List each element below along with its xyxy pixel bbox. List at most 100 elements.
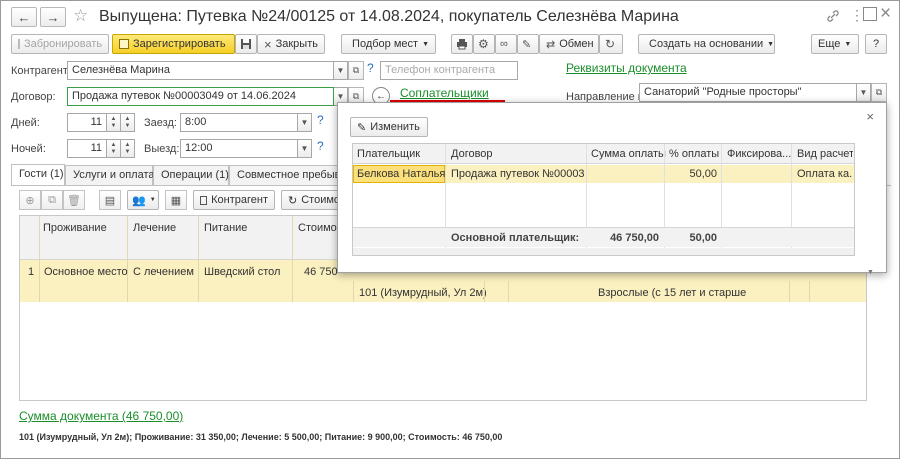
requisites-link[interactable]: Реквизиты документа (566, 61, 687, 75)
more-label: Еще (818, 38, 841, 50)
exchange-label: Обмен (559, 38, 594, 50)
popup-edit-button[interactable]: ✎ Изменить (350, 117, 428, 137)
col-divider (39, 216, 40, 302)
chevron-down-icon: ▼ (336, 66, 345, 75)
places-select-button[interactable]: Подбор мест ▼ (341, 34, 436, 54)
exchange-icon: ⇄ (546, 38, 556, 51)
col-payer: Плательщик (357, 148, 421, 160)
nights-label: Ночей: (11, 143, 46, 155)
tab-joint-stay[interactable]: Совместное пребывание (229, 165, 339, 185)
chevron-down-icon: ▼ (859, 88, 868, 97)
floppy-icon (241, 39, 251, 49)
printer-icon (457, 39, 467, 50)
more-icon[interactable]: ⋮ (850, 7, 864, 24)
col-fixed: Фиксирова... (727, 148, 792, 160)
close-x-icon: × (264, 36, 272, 52)
open-icon: ⧉ (352, 91, 360, 101)
checkout-help-icon[interactable]: ? (317, 139, 324, 153)
register-button[interactable]: Зарегистрировать (112, 34, 235, 54)
col-divider (484, 281, 485, 302)
days-field[interactable]: 11 (67, 113, 107, 132)
direction-dropdown[interactable]: ▼ (857, 83, 871, 102)
col-divider (508, 281, 509, 302)
document-window: ← → ☆ Выпущена: Путевка №24/00125 от 14.… (0, 0, 900, 459)
checkin-help-icon[interactable]: ? (317, 113, 324, 127)
checkout-field[interactable]: 12:00 (180, 139, 298, 158)
phone-field[interactable]: Телефон контрагента (380, 61, 518, 80)
reserve-label: Забронировать (24, 38, 103, 50)
horizontal-scrollbar[interactable] (353, 248, 854, 255)
settings-button[interactable]: ⚙ (473, 34, 495, 54)
refresh-icon: ↻ (288, 194, 298, 207)
cost-button[interactable]: ↻ Стоимость (281, 190, 341, 210)
add-row-button[interactable]: ⊕ (19, 190, 41, 210)
col-stay: Проживание (43, 222, 107, 234)
counterparty-button[interactable]: Контрагент (193, 190, 275, 210)
tab-services[interactable]: Услуги и оплата (65, 165, 155, 185)
checkin-dropdown[interactable]: ▼ (298, 113, 312, 132)
close-button[interactable]: × Закрыть (257, 34, 325, 54)
col-divider (353, 281, 354, 302)
days-label: Дней: (11, 117, 40, 129)
print-button[interactable] (451, 34, 473, 54)
row-percent: 50,00 (689, 168, 717, 180)
help-label: ? (872, 38, 880, 50)
register-label: Зарегистрировать (133, 38, 226, 50)
link-icon[interactable] (826, 9, 840, 26)
direction-open-button[interactable]: ⧉ (871, 83, 887, 102)
chevron-down-icon: ▼ (336, 92, 345, 101)
forward-button[interactable]: → (40, 7, 66, 27)
card-button[interactable]: ▤ (99, 190, 121, 210)
edit-button[interactable]: ✎ (517, 34, 539, 54)
group-button[interactable]: ▦ (165, 190, 187, 210)
row-food: Шведский стол (204, 266, 281, 278)
checkin-label: Заезд: (144, 117, 177, 129)
row-age: Взрослые (с 15 лет и старше (598, 287, 747, 299)
delete-row-button[interactable]: 🗑 (63, 190, 85, 210)
checkin-field[interactable]: 8:00 (180, 113, 298, 132)
counterparty-button-label: Контрагент (211, 194, 268, 206)
more-button[interactable]: Еще ▼ (811, 34, 859, 54)
counterparty-label: Контрагент: (11, 65, 71, 77)
checkout-dropdown[interactable]: ▼ (298, 139, 312, 158)
contract-field[interactable]: Продажа путевок №00003049 от 14.06.2024 (67, 87, 334, 106)
counterparty-field[interactable]: Селезнёва Марина (67, 61, 334, 80)
reserve-button[interactable]: Забронировать (11, 34, 109, 54)
chevron-down-icon: ▼ (110, 122, 117, 129)
back-button[interactable]: ← (11, 7, 37, 27)
help-button[interactable]: ? (865, 34, 887, 54)
create-based-label: Создать на основании (649, 38, 764, 50)
create-based-button[interactable]: Создать на основании ▼ (638, 34, 775, 54)
save-button[interactable] (235, 34, 257, 54)
row-treatment: С лечением (133, 266, 194, 278)
nights-spinner[interactable]: ▲ ▼ (107, 139, 121, 158)
counterparty-dropdown[interactable]: ▼ (334, 61, 348, 80)
direction-field[interactable]: Санаторий "Родные просторы" (639, 83, 857, 102)
link-button[interactable]: ∞ (495, 34, 517, 54)
exchange-button[interactable]: ⇄ Обмен (539, 34, 599, 54)
counterparty-open-button[interactable]: ⧉ (348, 61, 364, 80)
open-icon: ⧉ (352, 65, 360, 75)
plus-icon: ⊕ (25, 194, 35, 207)
chain-link-icon: ∞ (500, 38, 508, 50)
close-icon[interactable]: × (880, 3, 891, 25)
days-spinner[interactable]: ▲ ▼ (107, 113, 121, 132)
scroll-down-icon[interactable]: ▼ (867, 269, 874, 276)
chevron-up-icon: ▲ (124, 115, 131, 122)
tab-operations[interactable]: Операции (1) (153, 165, 229, 185)
favorite-star-icon[interactable]: ☆ (73, 6, 88, 26)
document-sum-link[interactable]: Сумма документа (46 750,00) (19, 409, 183, 423)
copy-row-button[interactable]: ⧉ (41, 190, 63, 210)
copayers-link[interactable]: Соплательщики (400, 86, 489, 100)
chevron-up-icon: ▲ (110, 141, 117, 148)
nights-field[interactable]: 11 (67, 139, 107, 158)
help-question-icon[interactable]: ? (367, 61, 374, 75)
maximize-icon[interactable] (863, 7, 877, 21)
days-spinner-2[interactable]: ▲ ▼ (121, 113, 135, 132)
tab-guests[interactable]: Гости (1) (11, 164, 65, 185)
nights-spinner-2[interactable]: ▲ ▼ (121, 139, 135, 158)
people-button[interactable]: 👥 ▼ (127, 190, 159, 210)
history-button[interactable]: ↻ (599, 34, 623, 54)
row-stay: Основное место (44, 266, 128, 278)
popup-close-icon[interactable]: × (866, 109, 874, 124)
